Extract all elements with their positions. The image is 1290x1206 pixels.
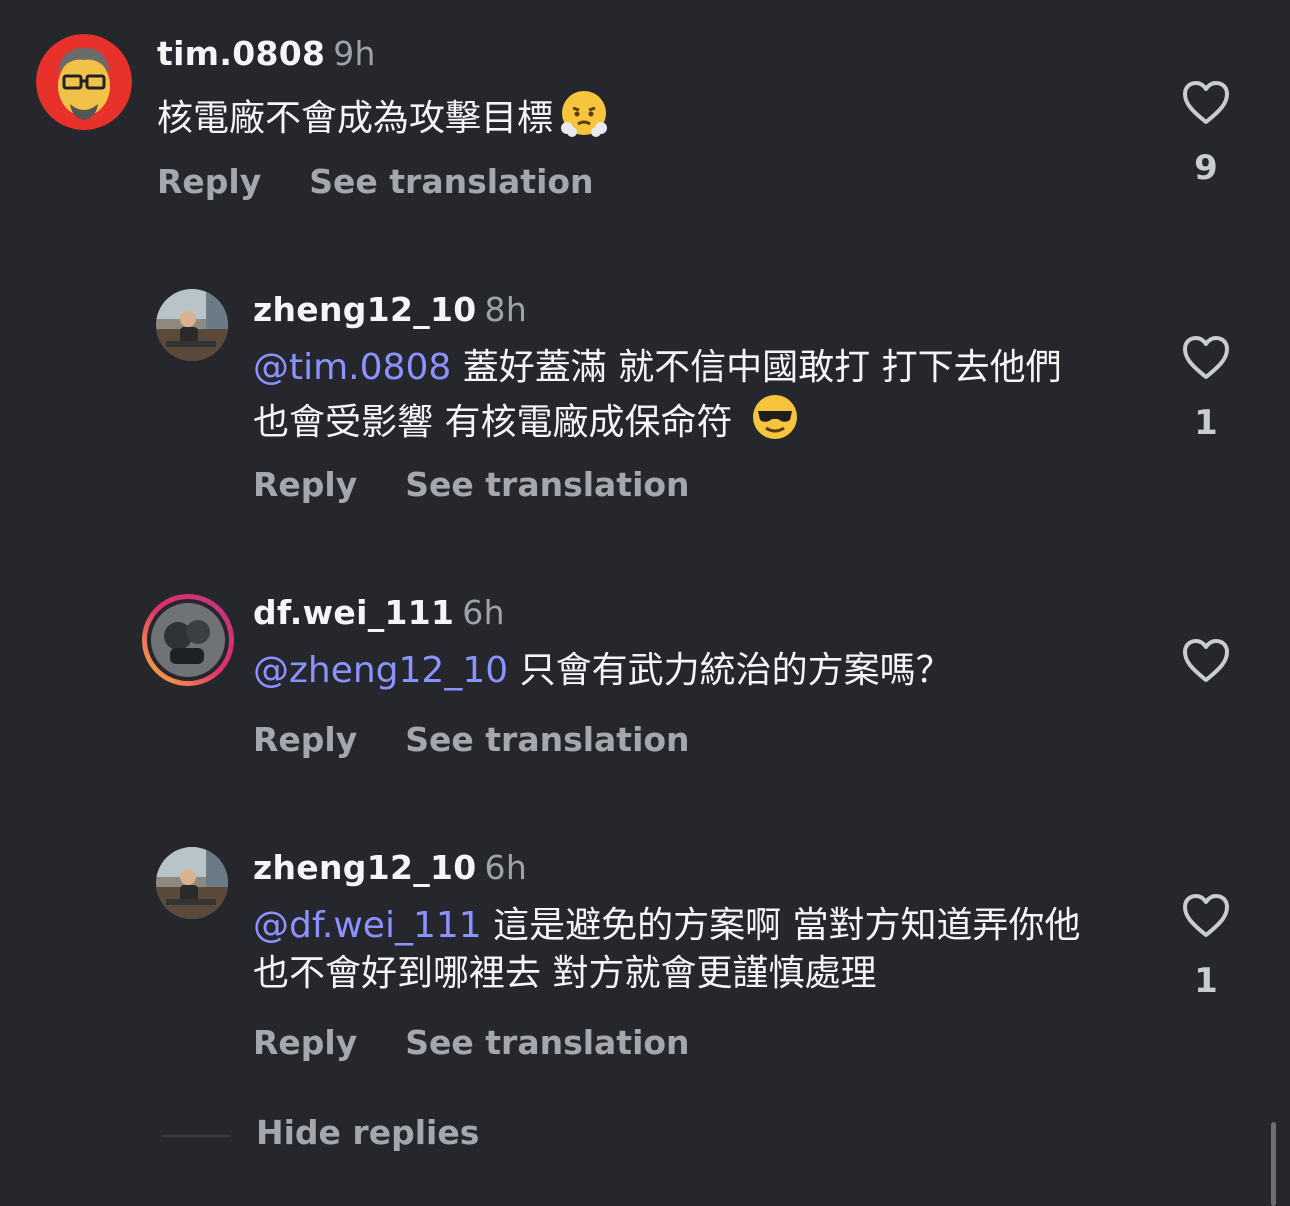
avatar[interactable] <box>156 847 228 919</box>
reply-button[interactable]: Reply <box>253 1023 357 1062</box>
heart-icon[interactable] <box>1181 336 1231 385</box>
comment-actions: Reply See translation <box>253 720 690 759</box>
timestamp: 6h <box>484 848 528 887</box>
like-control: 1 <box>1176 335 1236 443</box>
like-count: 9 <box>1194 148 1218 188</box>
scrollbar[interactable] <box>1271 1122 1276 1206</box>
like-count: 1 <box>1194 403 1218 443</box>
heart-icon[interactable] <box>1181 894 1231 943</box>
username[interactable]: zheng12_10 <box>253 290 477 329</box>
mention-link[interactable]: @zheng12_10 <box>253 650 508 691</box>
comment-header: tim.0808 9h <box>157 34 376 73</box>
timestamp: 6h <box>462 593 505 632</box>
comment-header: zheng12_10 8h <box>253 290 527 329</box>
username[interactable]: tim.0808 <box>157 34 325 73</box>
timestamp: 8h <box>484 290 528 329</box>
comment-text: 核電廠不會成為攻擊目標 <box>157 88 997 151</box>
like-control <box>1176 638 1236 706</box>
like-control: 9 <box>1176 80 1236 188</box>
timestamp: 9h <box>333 34 376 73</box>
username[interactable]: zheng12_10 <box>253 848 477 887</box>
mention-link[interactable]: @tim.0808 <box>253 347 451 388</box>
heart-icon[interactable] <box>1181 639 1231 688</box>
sunglasses-emoji <box>750 392 800 455</box>
see-translation-button[interactable]: See translation <box>309 162 593 201</box>
avatar[interactable] <box>36 34 132 130</box>
mention-link[interactable]: @df.wei_111 <box>253 905 482 946</box>
avatar[interactable] <box>156 289 228 361</box>
see-translation-button[interactable]: See translation <box>405 1023 689 1062</box>
comment-header: df.wei_111 6h <box>253 593 505 632</box>
reply-button[interactable]: Reply <box>253 465 357 504</box>
comment-actions: Reply See translation <box>253 1023 690 1062</box>
heart-icon[interactable] <box>1181 81 1231 130</box>
comment-actions: Reply See translation <box>157 162 594 201</box>
hide-replies-button[interactable]: Hide replies <box>256 1113 479 1152</box>
comment-header: zheng12_10 6h <box>253 848 527 887</box>
like-control: 1 <box>1176 893 1236 1001</box>
comment-text: @zheng12_10 只會有武力統治的方案嗎？ <box>253 647 1093 695</box>
see-translation-button[interactable]: See translation <box>405 465 689 504</box>
like-count: 1 <box>1194 961 1218 1001</box>
comment-text: @df.wei_111 這是避免的方案啊 當對方知道弄你他也不會好到哪裡去 對方… <box>253 902 1093 998</box>
divider <box>162 1135 230 1137</box>
comment-text: @tim.0808 蓋好蓋滿 就不信中國敢打 打下去他們也會受影響 有核電廠成保… <box>253 344 1093 455</box>
username[interactable]: df.wei_111 <box>253 593 454 632</box>
avatar-story-ring[interactable] <box>140 592 236 688</box>
see-translation-button[interactable]: See translation <box>405 720 689 759</box>
comment-body: 只會有武力統治的方案嗎？ <box>508 650 952 691</box>
comment-actions: Reply See translation <box>253 465 690 504</box>
reply-button[interactable]: Reply <box>157 162 261 201</box>
comment-body: 核電廠不會成為攻擊目標 <box>157 98 554 139</box>
reply-button[interactable]: Reply <box>253 720 357 759</box>
steam-face-emoji <box>559 88 609 151</box>
